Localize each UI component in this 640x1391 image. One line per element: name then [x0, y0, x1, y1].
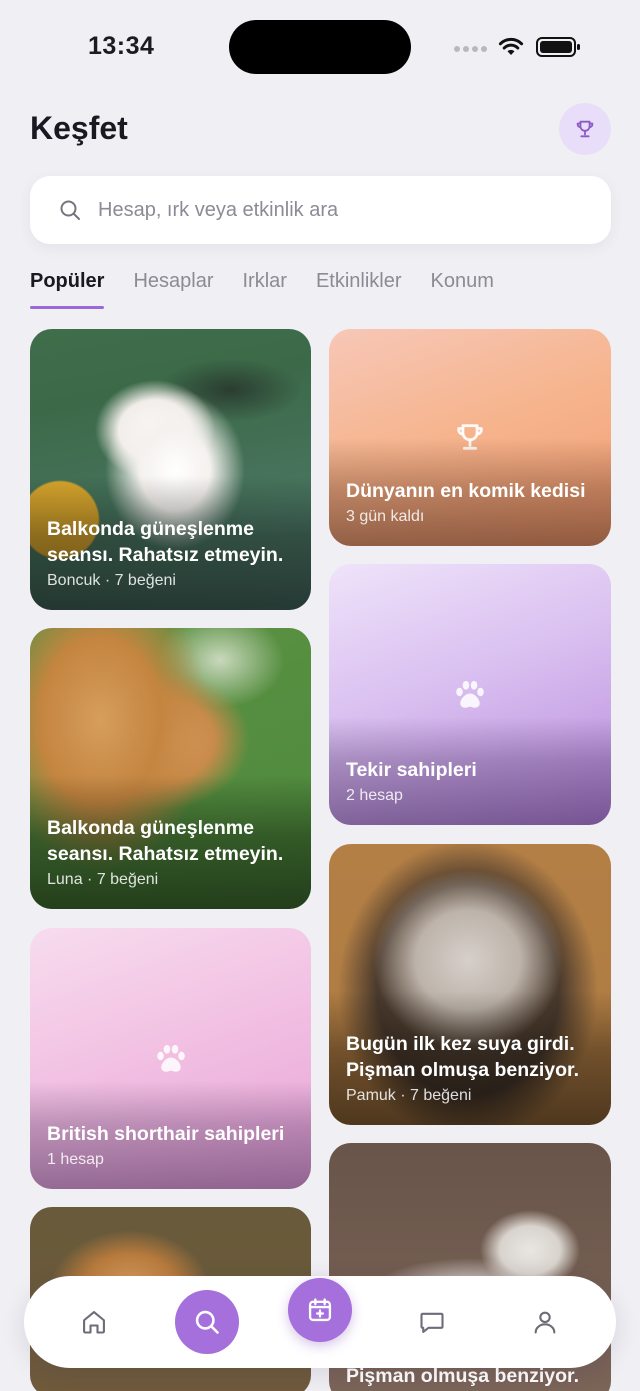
card-caption: Tekir sahipleri 2 hesap: [329, 717, 611, 825]
card-title: Balkonda güneşlenme seansı. Rahatsız etm…: [47, 817, 284, 865]
nav-profile-button[interactable]: [521, 1298, 569, 1346]
user-icon: [534, 1311, 556, 1334]
breed-card-tekir[interactable]: Tekir sahipleri 2 hesap: [329, 564, 611, 825]
battery-icon: [536, 37, 580, 57]
chat-icon: [420, 1312, 444, 1333]
home-icon: [83, 1311, 105, 1334]
search-input[interactable]: [98, 198, 558, 222]
card-meta: Pamuk · 7 beğeni: [346, 1087, 472, 1104]
card-caption: Balkonda güneşlenme seansı. Rahatsız etm…: [30, 476, 311, 610]
tab-konum[interactable]: Konum: [431, 270, 494, 303]
dynamic-island: [229, 20, 411, 74]
tab-hesaplar[interactable]: Hesaplar: [133, 270, 213, 303]
tab-etkinlikler[interactable]: Etkinlikler: [316, 270, 402, 303]
card-caption: Balkonda güneşlenme seansı. Rahatsız etm…: [30, 775, 311, 909]
nav-home-button[interactable]: [70, 1298, 118, 1346]
nav-search-button[interactable]: [175, 1290, 239, 1354]
card-meta: 2 hesap: [346, 787, 403, 804]
card-meta: Luna · 7 beğeni: [47, 871, 159, 888]
paw-icon: [156, 1044, 185, 1072]
nav-messages-button[interactable]: [408, 1298, 456, 1346]
card-title: Tekir sahipleri: [346, 759, 477, 781]
card-meta: 3 gün kaldı: [346, 508, 425, 525]
card-title: Dünyanın en komik kedisi: [346, 480, 586, 502]
card-caption: British shorthair sahipleri 1 hesap: [30, 1081, 311, 1189]
event-card-funny-cat[interactable]: Dünyanın en komik kedisi 3 gün kaldı: [329, 329, 611, 546]
card-caption: Dünyanın en komik kedisi 3 gün kaldı: [329, 438, 611, 546]
status-bar: 13:34: [0, 0, 640, 96]
wifi-icon: [498, 37, 524, 55]
calendar-plus-icon: [308, 1298, 332, 1322]
status-time: 13:34: [88, 32, 155, 60]
search-icon: [60, 200, 80, 220]
leaderboard-button[interactable]: [559, 103, 611, 155]
card-meta: 1 hesap: [47, 1151, 104, 1168]
card-caption: Bugün ilk kez suya girdi. Pişman olmuşa …: [329, 991, 611, 1125]
post-card-golden[interactable]: Balkonda güneşlenme seansı. Rahatsız etm…: [30, 628, 311, 909]
nav-create-event-button[interactable]: [288, 1278, 352, 1342]
tab-irklar[interactable]: Irklar: [243, 270, 287, 303]
cellular-signal-icon: [454, 46, 487, 52]
card-title: British shorthair sahipleri: [47, 1123, 285, 1145]
card-meta: Boncuk · 7 beğeni: [47, 572, 176, 589]
trophy-icon: [576, 120, 594, 138]
category-tabs: Popüler Hesaplar Irklar Etkinlikler Konu…: [30, 270, 523, 309]
paw-icon: [456, 680, 484, 708]
post-card-pamuk[interactable]: Bugün ilk kez suya girdi. Pişman olmuşa …: [329, 844, 611, 1125]
card-title: Bugün ilk kez suya girdi. Pişman olmuşa …: [346, 1033, 579, 1081]
search-bar[interactable]: [30, 176, 611, 244]
card-title: Balkonda güneşlenme seansı. Rahatsız etm…: [47, 518, 284, 566]
post-card-pomeranian[interactable]: Balkonda güneşlenme seansı. Rahatsız etm…: [30, 329, 311, 610]
breed-card-british-shorthair[interactable]: British shorthair sahipleri 1 hesap: [30, 928, 311, 1189]
tab-populer[interactable]: Popüler: [30, 270, 105, 309]
page-title: Keşfet: [30, 110, 128, 146]
search-icon: [195, 1310, 219, 1334]
